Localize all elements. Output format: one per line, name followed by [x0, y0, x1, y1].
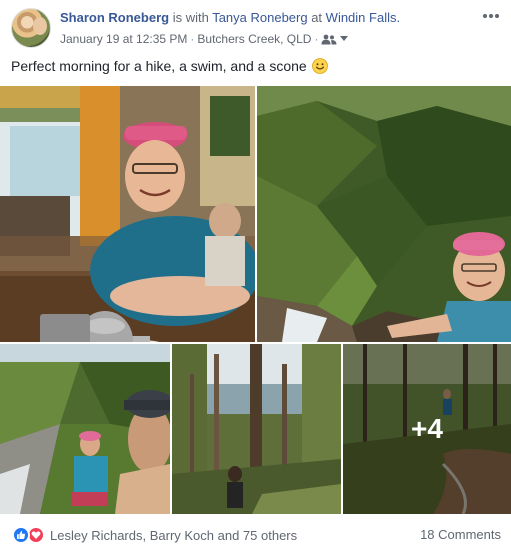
- more-photos-overlay[interactable]: +4: [343, 344, 511, 514]
- like-icon: [12, 526, 30, 544]
- tagged-person-link[interactable]: Tanya Roneberg: [212, 10, 307, 25]
- place-link[interactable]: Windin Falls.: [326, 10, 400, 25]
- photo-falls-edge[interactable]: [0, 344, 170, 514]
- post-timestamp-link[interactable]: January 19 at 12:35 PM: [60, 32, 187, 46]
- post-header: Sharon Roneberg is with Tanya Roneberg a…: [0, 0, 511, 54]
- post-message: Perfect morning for a hike, a swim, and …: [11, 57, 328, 75]
- meta-separator: ·: [190, 32, 195, 46]
- photo-trail-more[interactable]: +4: [343, 344, 511, 514]
- smile-icon: [311, 58, 328, 74]
- post-title-line: Sharon Roneberg is with Tanya Roneberg a…: [60, 10, 400, 25]
- facebook-post: Sharon Roneberg is with Tanya Roneberg a…: [0, 0, 511, 554]
- reactions-summary[interactable]: Lesley Richards, Barry Koch and 75 other…: [12, 526, 297, 544]
- at-text: at: [307, 10, 326, 25]
- friends-icon[interactable]: [321, 34, 337, 45]
- audience-caret-icon[interactable]: [340, 36, 349, 42]
- reactors-link[interactable]: Lesley Richards, Barry Koch and 75 other…: [50, 528, 297, 543]
- comments-count-link[interactable]: 18 Comments: [420, 527, 501, 542]
- more-options-button[interactable]: [479, 6, 503, 26]
- author-avatar[interactable]: [11, 8, 51, 48]
- photo-cafe-scone[interactable]: [0, 86, 255, 342]
- photo-forest-trail[interactable]: [172, 344, 341, 514]
- author-name-link[interactable]: Sharon Roneberg: [60, 10, 169, 25]
- ellipsis-icon: [483, 14, 499, 18]
- post-meta-line: January 19 at 12:35 PM · Butchers Creek,…: [60, 32, 349, 46]
- post-footer: Lesley Richards, Barry Koch and 75 other…: [0, 516, 511, 554]
- meta-separator: ·: [314, 32, 319, 46]
- photo-valley-selfie[interactable]: [257, 86, 511, 342]
- with-text: is with: [169, 10, 213, 25]
- location-link[interactable]: Butchers Creek, QLD: [197, 32, 311, 46]
- post-message-text: Perfect morning for a hike, a swim, and …: [11, 58, 307, 74]
